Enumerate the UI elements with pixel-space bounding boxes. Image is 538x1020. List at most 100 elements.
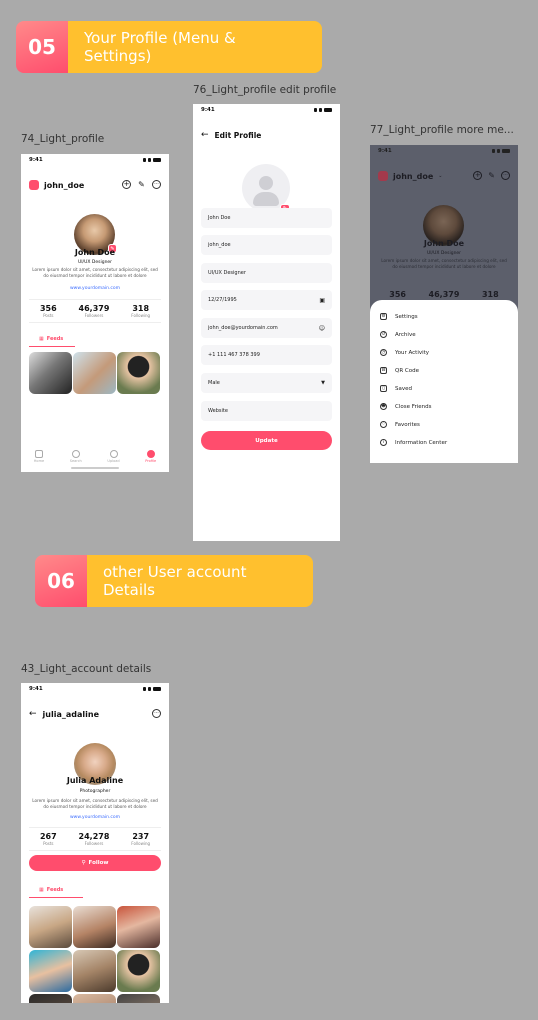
more-menu-sheet: ⚙ Settings ↺ Archive ◷ Your Activity ⊟ QR Co…	[370, 300, 518, 463]
section-06-tag: 06 other User account Details	[35, 555, 313, 607]
grid-icon: ▦	[39, 887, 44, 893]
back-arrow-icon[interactable]: ←	[201, 130, 209, 140]
stat-following[interactable]: 237 Following	[131, 832, 150, 846]
section-label: Your Profile (Menu & Settings)	[68, 21, 322, 73]
account-stats: 267 Posts 24,278 Followers 237 Following	[29, 827, 161, 851]
field-role[interactable]: UI/UX Designer	[201, 263, 332, 283]
feed-photo-3[interactable]	[117, 906, 160, 948]
heart-icon: ♡	[380, 421, 387, 428]
profile-link[interactable]: www.yourdomain.com	[21, 286, 169, 291]
caption-edit-profile: 76_Light_profile edit profile	[193, 84, 337, 96]
edit-profile-title: Edit Profile	[214, 130, 262, 140]
profile-bio: Lorem ipsum dolor sit amet, consectetur …	[32, 267, 158, 278]
add-icon[interactable]: +	[122, 180, 131, 189]
feed-photo-1[interactable]	[29, 906, 72, 948]
stat-followers[interactable]: 46,379 Followers	[79, 304, 110, 318]
bookmark-icon: ▯	[380, 385, 387, 392]
stat-following[interactable]: 318 Following	[131, 304, 150, 318]
profile-name: John Doe	[74, 248, 116, 257]
feed-photo-7[interactable]	[29, 994, 72, 1003]
follow-button[interactable]: ⚲ Follow	[29, 855, 161, 871]
calendar-icon[interactable]: ▣	[319, 297, 325, 304]
archive-icon: ↺	[380, 331, 387, 338]
home-icon	[34, 450, 43, 458]
add-user-icon: ⚲	[81, 860, 86, 866]
status-bar: 9:41	[21, 154, 169, 166]
profile-screen: 9:41 john_doe + ✎ ··· ✎ John Doe UI/UX D…	[21, 154, 169, 472]
feed-photo-5[interactable]	[73, 950, 116, 992]
edit-icon[interactable]: ✎	[137, 180, 146, 189]
menu-item-information-center[interactable]: i Information Center	[380, 439, 447, 446]
add-icon[interactable]: +	[473, 171, 483, 180]
feed-photo-3[interactable]	[117, 352, 160, 394]
nav-profile[interactable]: Profile	[145, 450, 156, 463]
field-full-name[interactable]: John Doe	[201, 208, 332, 228]
nav-upload[interactable]: Upload	[107, 450, 120, 463]
feed-photo-1[interactable]	[29, 352, 72, 394]
qr-code-icon: ⊟	[380, 367, 387, 374]
menu-item-saved[interactable]: ▯ Saved	[380, 385, 412, 392]
edit-avatar-placeholder[interactable]: ✎	[242, 164, 290, 214]
tab-feeds[interactable]: ▦ Feeds	[29, 885, 84, 898]
field-phone[interactable]: +1 111 467 378 399	[201, 345, 332, 365]
tab-feeds[interactable]: ▦ Feeds	[29, 334, 76, 347]
grid-icon: ▦	[39, 336, 44, 342]
nav-home[interactable]: Home	[34, 450, 44, 463]
info-icon: i	[380, 439, 387, 446]
search-icon	[71, 450, 80, 458]
menu-item-your-activity[interactable]: ◷ Your Activity	[380, 349, 429, 356]
chevron-down-icon[interactable]: ⌄	[438, 173, 442, 179]
field-email[interactable]: john_doe@yourdomain.com ☺	[201, 318, 332, 338]
email-icon: ☺	[318, 324, 325, 332]
feed-photo-8[interactable]	[73, 994, 116, 1003]
menu-item-favorites[interactable]: ♡ Favorites	[380, 421, 420, 428]
menu-item-close-friends[interactable]: ☻ Close Friends	[380, 403, 432, 410]
update-button[interactable]: Update	[201, 431, 332, 450]
stat-posts: 356	[389, 290, 406, 299]
stat-followers[interactable]: 24,278 Followers	[79, 832, 110, 846]
menu-item-qr-code[interactable]: ⊟ QR Code	[380, 367, 419, 374]
app-logo-icon	[378, 171, 388, 181]
profile-bio: Lorem ipsum dolor sit amet, consectetur …	[381, 258, 507, 269]
profile-role: UI/UX Designer	[77, 260, 113, 265]
account-link[interactable]: www.yourdomain.com	[21, 815, 169, 820]
gear-icon: ⚙	[380, 313, 387, 320]
profile-stats: 356 Posts 46,379 Followers 318 Following	[29, 299, 161, 323]
feed-photo-4[interactable]	[29, 950, 72, 992]
account-role: Photographer	[79, 789, 111, 794]
feed-photo-2[interactable]	[73, 352, 116, 394]
feed-photo-2[interactable]	[73, 906, 116, 948]
feed-photo-6[interactable]	[117, 950, 160, 992]
back-arrow-icon[interactable]: ←	[29, 709, 37, 719]
more-icon[interactable]: ···	[152, 180, 161, 189]
more-icon[interactable]: ···	[152, 709, 161, 718]
stat-posts: 267 Posts	[39, 832, 57, 846]
menu-item-archive[interactable]: ↺ Archive	[380, 331, 416, 338]
edit-profile-screen: 9:41 ← Edit Profile ✎ John Doe john_doe …	[193, 104, 340, 541]
profile-username[interactable]: john_doe	[393, 172, 433, 181]
nav-search[interactable]: Search	[70, 450, 82, 463]
field-username[interactable]: john_doe	[201, 235, 332, 255]
home-indicator	[71, 467, 119, 469]
more-menu-screen: 9:41 john_doe ⌄ + ✎ ··· John Doe UI/UX D…	[370, 145, 518, 463]
profile-name: John Doe	[423, 239, 465, 248]
edit-icon[interactable]: ✎	[488, 171, 495, 180]
dropdown-icon[interactable]: ▼	[321, 380, 325, 386]
person-head-icon	[259, 176, 273, 190]
menu-item-settings[interactable]: ⚙ Settings	[380, 313, 418, 320]
friends-icon: ☻	[380, 403, 387, 410]
caption-account-details: 43_Light_account details	[21, 663, 152, 675]
caption-more-menu: 77_Light_profile more me...	[370, 124, 514, 136]
more-icon[interactable]: ···	[501, 171, 510, 180]
stat-posts: 356 Posts	[39, 304, 57, 318]
profile-icon	[146, 450, 155, 458]
field-website[interactable]: Website	[201, 401, 332, 421]
field-gender[interactable]: Male ▼	[201, 373, 332, 393]
person-body-icon	[253, 192, 279, 206]
field-birthdate[interactable]: 12/27/1995 ▣	[201, 290, 332, 310]
stat-followers: 46,379	[428, 290, 460, 299]
account-username: julia_adaline	[42, 709, 99, 719]
app-logo-icon	[29, 180, 39, 190]
profile-username: john_doe	[44, 180, 85, 190]
feed-photo-9[interactable]	[117, 994, 160, 1003]
